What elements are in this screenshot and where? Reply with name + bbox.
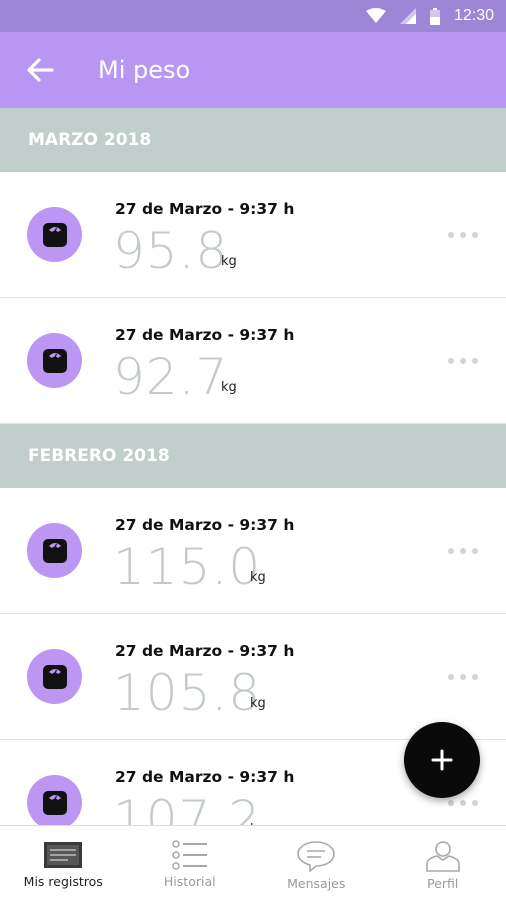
- signal-icon: [399, 8, 416, 24]
- plus-icon: [431, 749, 453, 771]
- entry-date: 27 de Marzo - 9:37 h: [115, 642, 295, 660]
- entry-unit: kg: [250, 570, 266, 585]
- dot-icon: [448, 358, 454, 364]
- entry-unit: kg: [221, 380, 237, 395]
- bottom-nav: Mis registros Historial Mensajes Perfil: [0, 825, 506, 900]
- status-bar: 12:30: [0, 0, 506, 32]
- entry-weight: 95.8: [113, 222, 229, 280]
- section-header: MARZO 2018: [0, 108, 506, 172]
- entry-unit: kg: [250, 696, 266, 711]
- wifi-icon: [365, 8, 386, 23]
- app-bar: Mi peso: [0, 32, 506, 108]
- dot-icon: [472, 358, 478, 364]
- more-options-button[interactable]: [448, 667, 478, 687]
- dot-icon: [460, 674, 466, 680]
- status-time: 12:30: [453, 7, 494, 24]
- dot-icon: [472, 232, 478, 238]
- entry-date: 27 de Marzo - 9:37 h: [115, 768, 295, 786]
- dot-icon: [472, 800, 478, 806]
- nav-label: Perfil: [427, 876, 459, 891]
- entry-avatar: [27, 775, 82, 825]
- dot-icon: [448, 548, 454, 554]
- entry-weight: 115.0: [113, 538, 262, 596]
- dot-icon: [448, 800, 454, 806]
- entry-avatar: [27, 523, 82, 578]
- weight-entry[interactable]: 27 de Marzo - 9:37 h 92.7 kg: [0, 298, 506, 424]
- nav-item-mis-registros[interactable]: Mis registros: [0, 826, 127, 900]
- scale-icon: [42, 538, 67, 563]
- scale-icon: [42, 790, 67, 815]
- dot-icon: [460, 358, 466, 364]
- chat-icon: [297, 841, 336, 872]
- dot-icon: [460, 548, 466, 554]
- section-header: FEBRERO 2018: [0, 424, 506, 488]
- arrow-left-icon: [27, 58, 54, 82]
- dot-icon: [460, 232, 466, 238]
- nav-label: Mensajes: [287, 876, 346, 891]
- more-options-button[interactable]: [448, 225, 478, 245]
- entry-weight: 107.2: [113, 790, 262, 825]
- weight-list[interactable]: MARZO 2018 27 de Marzo - 9:37 h 95.8 kg …: [0, 108, 506, 825]
- nav-label: Historial: [163, 874, 216, 889]
- entry-date: 27 de Marzo - 9:37 h: [115, 326, 295, 344]
- weight-entry[interactable]: 27 de Marzo - 9:37 h 115.0 kg: [0, 488, 506, 614]
- add-entry-button[interactable]: [404, 722, 480, 798]
- entry-date: 27 de Marzo - 9:37 h: [115, 516, 295, 534]
- battery-icon: [429, 7, 440, 25]
- nav-item-perfil[interactable]: Perfil: [380, 826, 506, 900]
- nav-item-mensajes[interactable]: Mensajes: [253, 826, 380, 900]
- nav-item-historial[interactable]: Historial: [127, 826, 254, 900]
- page-title: Mi peso: [98, 56, 191, 84]
- dot-icon: [472, 674, 478, 680]
- entry-avatar: [27, 207, 82, 262]
- entry-weight: 92.7: [113, 348, 229, 406]
- weight-entry[interactable]: 27 de Marzo - 9:37 h 105.8 kg: [0, 614, 506, 740]
- scale-icon: [42, 664, 67, 689]
- nav-label: Mis registros: [23, 874, 103, 889]
- weight-entry[interactable]: 27 de Marzo - 9:37 h 95.8 kg: [0, 172, 506, 298]
- entry-avatar: [27, 649, 82, 704]
- scale-icon: [42, 222, 67, 247]
- entry-unit: kg: [221, 254, 237, 269]
- more-options-button[interactable]: [448, 541, 478, 561]
- entry-weight: 105.8: [113, 664, 262, 722]
- entry-date: 27 de Marzo - 9:37 h: [115, 200, 295, 218]
- entry-avatar: [27, 333, 82, 388]
- dot-icon: [460, 800, 466, 806]
- back-button[interactable]: [0, 32, 80, 108]
- records-icon: [44, 842, 83, 868]
- dot-icon: [448, 232, 454, 238]
- profile-icon: [425, 841, 460, 872]
- more-options-button[interactable]: [448, 351, 478, 371]
- dot-icon: [448, 674, 454, 680]
- scale-icon: [42, 348, 67, 373]
- list-icon: [172, 840, 207, 870]
- dot-icon: [472, 548, 478, 554]
